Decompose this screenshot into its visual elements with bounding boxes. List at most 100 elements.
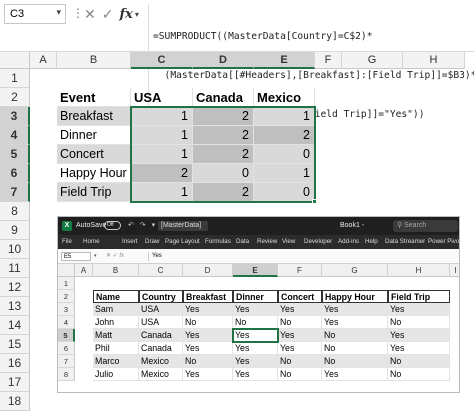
column-header-d[interactable]: D xyxy=(183,264,233,277)
column-header-i[interactable]: I xyxy=(450,264,459,277)
name-box[interactable]: C3 ▾ xyxy=(4,4,66,24)
row-header[interactable]: 12 xyxy=(0,278,30,297)
table-header-field-trip[interactable]: Field Trip xyxy=(388,290,450,303)
row-header[interactable]: 5 xyxy=(58,329,75,342)
select-all-corner[interactable] xyxy=(58,264,75,277)
summary-header-canada[interactable]: Canada xyxy=(193,88,254,107)
table-cell[interactable]: No xyxy=(278,355,322,368)
table-cell[interactable]: No xyxy=(278,368,322,381)
summary-header-usa[interactable]: USA xyxy=(131,88,193,107)
table-cell[interactable]: Julio xyxy=(93,368,139,381)
undo-redo-icons[interactable]: ↶ ↷ ▾ xyxy=(128,217,157,235)
column-header-c[interactable]: C xyxy=(139,264,183,277)
table-cell[interactable]: No xyxy=(322,355,388,368)
table-cell[interactable]: Yes xyxy=(183,329,233,342)
table-cell[interactable]: No xyxy=(183,355,233,368)
row-header[interactable]: 6 xyxy=(0,164,30,183)
table-cell[interactable]: Yes xyxy=(183,368,233,381)
column-header-b[interactable]: B xyxy=(93,264,139,277)
tab-page-layout[interactable]: Page Layout xyxy=(165,235,200,249)
row-header[interactable]: 1 xyxy=(0,69,30,88)
row-header[interactable]: 6 xyxy=(58,342,75,355)
fill-handle[interactable] xyxy=(312,199,317,204)
tab-add-ins[interactable]: Add-ins xyxy=(338,235,359,249)
row-header[interactable]: 2 xyxy=(58,290,75,303)
row-header[interactable]: 3 xyxy=(58,303,75,316)
column-header-f[interactable]: F xyxy=(278,264,322,277)
table-cell[interactable]: Sam xyxy=(93,303,139,316)
table-cell[interactable]: Phil xyxy=(93,342,139,355)
table-cell[interactable]: Mexico xyxy=(139,355,183,368)
row-header[interactable]: 10 xyxy=(0,240,30,259)
table-header-country[interactable]: Country xyxy=(139,290,183,303)
tab-power-pivot[interactable]: Power Pivot xyxy=(428,235,459,249)
row-header[interactable]: 8 xyxy=(58,368,75,381)
count-cell[interactable]: 0 xyxy=(254,145,315,164)
column-header-d[interactable]: D xyxy=(193,52,254,69)
table-cell[interactable]: Yes xyxy=(322,368,388,381)
count-cell[interactable]: 0 xyxy=(193,164,254,183)
column-header-b[interactable]: B xyxy=(57,52,131,69)
table-cell[interactable]: No xyxy=(388,368,450,381)
summary-header-mexico[interactable]: Mexico xyxy=(254,88,315,107)
row-header[interactable]: 16 xyxy=(0,354,30,373)
table-cell[interactable]: No xyxy=(322,329,388,342)
row-header[interactable]: 13 xyxy=(0,297,30,316)
table-cell[interactable]: Yes xyxy=(388,303,450,316)
table-header-happy-hour[interactable]: Happy Hour xyxy=(322,290,388,303)
column-header-h[interactable]: H xyxy=(388,264,450,277)
tab-review[interactable]: Review xyxy=(257,235,277,249)
row-header[interactable]: 1 xyxy=(58,277,75,290)
count-cell[interactable]: 2 xyxy=(193,107,254,126)
table-cell[interactable]: Marco xyxy=(93,355,139,368)
tab-help[interactable]: Help xyxy=(365,235,378,249)
table-cell[interactable]: No xyxy=(233,316,278,329)
inner-formula-input[interactable]: Yes xyxy=(148,252,162,261)
table-cell[interactable]: Yes xyxy=(233,342,278,355)
autosave-toggle[interactable]: Off xyxy=(104,221,121,230)
table-cell[interactable]: Yes xyxy=(322,303,388,316)
row-header[interactable]: 7 xyxy=(0,183,30,202)
tab-insert[interactable]: Insert xyxy=(122,235,137,249)
row-header[interactable]: 5 xyxy=(0,145,30,164)
table-cell[interactable]: USA xyxy=(139,316,183,329)
tab-developer[interactable]: Developer xyxy=(304,235,332,249)
more-options-icon[interactable]: ⋮ xyxy=(72,6,84,20)
count-cell[interactable]: 1 xyxy=(254,107,315,126)
chevron-down-icon[interactable]: ▾ xyxy=(94,252,97,261)
row-header[interactable]: 7 xyxy=(58,355,75,368)
event-label[interactable]: Dinner xyxy=(57,126,131,145)
table-cell[interactable]: Mexico xyxy=(139,368,183,381)
row-header[interactable]: 3 xyxy=(0,107,30,126)
column-header-f[interactable]: F xyxy=(315,52,342,69)
tab-data[interactable]: Data xyxy=(236,235,249,249)
event-label[interactable]: Happy Hour xyxy=(57,164,131,183)
column-header-a[interactable]: A xyxy=(75,264,93,277)
column-header-e[interactable]: E xyxy=(254,52,315,69)
count-cell[interactable]: 1 xyxy=(254,164,315,183)
row-header[interactable]: 2 xyxy=(0,88,30,107)
tab-view[interactable]: View xyxy=(282,235,295,249)
column-header-h[interactable]: H xyxy=(403,52,465,69)
chevron-down-icon[interactable]: ▾ xyxy=(135,10,139,19)
insert-function-icon[interactable]: ✕ ✓ fx xyxy=(106,252,124,261)
count-cell[interactable]: 2 xyxy=(193,183,254,202)
table-cell[interactable]: Yes xyxy=(183,303,233,316)
table-cell[interactable]: No xyxy=(322,342,388,355)
select-all-corner[interactable] xyxy=(0,52,30,69)
active-cell[interactable]: Yes xyxy=(233,329,278,342)
count-cell[interactable]: 2 xyxy=(193,126,254,145)
table-cell[interactable]: Yes xyxy=(233,303,278,316)
chevron-down-icon[interactable]: ▾ xyxy=(56,7,61,18)
table-cell[interactable]: No xyxy=(388,355,450,368)
tab-home[interactable]: Home xyxy=(83,235,100,249)
table-cell[interactable]: No xyxy=(183,316,233,329)
row-header[interactable]: 9 xyxy=(0,221,30,240)
table-name-dropdown[interactable]: [MasterData] xyxy=(158,221,208,231)
tab-formulas[interactable]: Formulas xyxy=(205,235,231,249)
tab-data-streamer[interactable]: Data Streamer xyxy=(385,235,425,249)
column-header-c[interactable]: C xyxy=(131,52,193,69)
table-cell[interactable]: No xyxy=(278,316,322,329)
row-header[interactable]: 4 xyxy=(58,316,75,329)
count-cell[interactable]: 1 xyxy=(131,183,193,202)
